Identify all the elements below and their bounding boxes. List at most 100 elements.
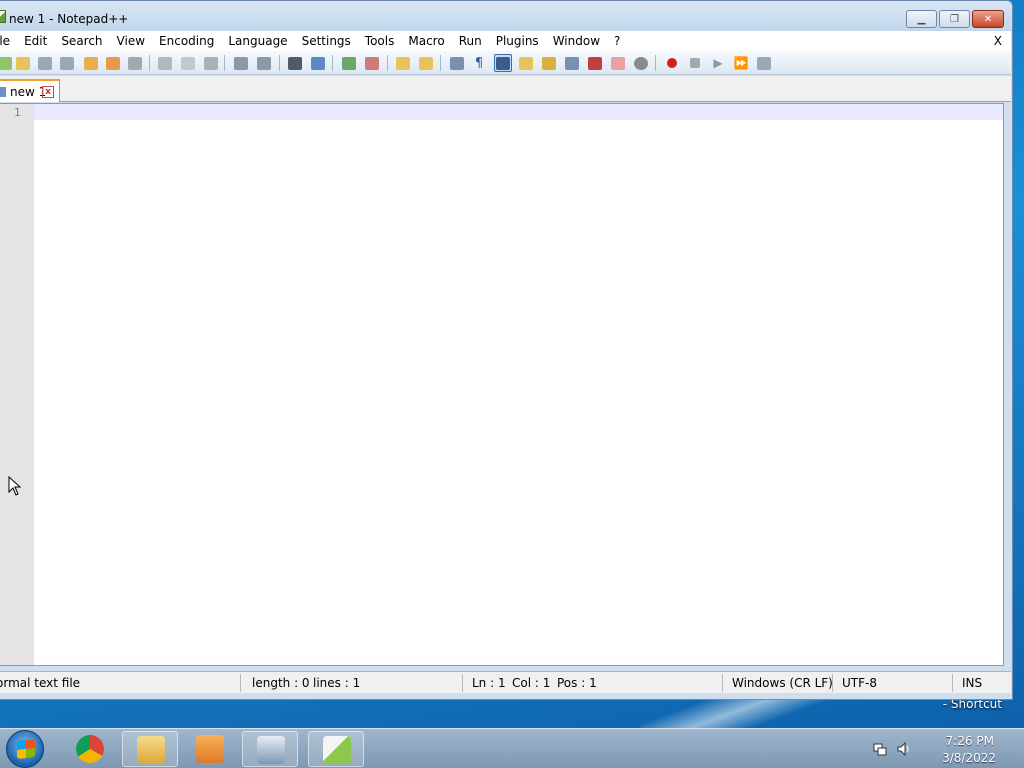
notepad-app-icon[interactable] — [0, 10, 6, 23]
window-title: new 1 - Notepad++ — [9, 12, 129, 26]
clock-time[interactable]: 7:26 PM — [946, 734, 994, 748]
word-wrap-icon — [450, 56, 464, 70]
encoding-label[interactable]: UTF-8 — [842, 676, 877, 690]
volume-icon[interactable] — [896, 741, 912, 757]
restore-icon: ❐ — [950, 13, 959, 25]
network-icon[interactable] — [872, 741, 888, 757]
macro-record-button[interactable] — [663, 54, 681, 72]
zoom-out-button[interactable] — [363, 54, 381, 72]
macro-stop-button[interactable] — [686, 54, 704, 72]
zoom-out-icon — [365, 56, 379, 70]
show-all-chars-button[interactable]: ¶ — [470, 54, 488, 72]
menu-edit[interactable]: Edit — [17, 31, 54, 51]
indent-guide-icon — [496, 56, 510, 70]
tab-close-icon[interactable]: x — [42, 86, 54, 98]
save-all-icon — [60, 56, 74, 70]
sync-horizontal-button[interactable] — [417, 54, 435, 72]
folder-workspace-button[interactable] — [609, 54, 627, 72]
close-window-button[interactable]: ✕ — [972, 10, 1004, 28]
line-number-gutter: 1 — [0, 104, 34, 665]
toolbar-separator — [332, 55, 333, 71]
menu-view[interactable]: View — [110, 31, 152, 51]
toolbar: ¶ ▶ ⏩ — [0, 51, 1011, 75]
chrome-icon — [76, 735, 104, 763]
maximize-button[interactable]: ❐ — [939, 10, 970, 28]
zoom-in-button[interactable] — [340, 54, 358, 72]
length-label: length : 0 — [252, 676, 310, 690]
toolbar-separator — [440, 55, 441, 71]
monitoring-icon — [634, 56, 648, 70]
title-bar[interactable]: new 1 - Notepad++ ▁ ❐ ✕ — [0, 1, 1012, 31]
macro-save-button[interactable] — [755, 54, 773, 72]
toolbar-separator — [279, 55, 280, 71]
save-button[interactable] — [36, 54, 54, 72]
status-divider — [832, 674, 833, 692]
new-file-icon — [0, 56, 12, 70]
menu-plugins[interactable]: Plugins — [489, 31, 546, 51]
redo-button[interactable] — [255, 54, 273, 72]
taskbar-app-window[interactable] — [242, 731, 298, 767]
clock-date[interactable]: 3/8/2022 — [942, 751, 996, 765]
text-editor[interactable]: 1 — [0, 103, 1004, 666]
menu-language[interactable]: Language — [221, 31, 294, 51]
macro-play-multiple-button[interactable]: ⏩ — [732, 54, 750, 72]
taskbar-media-player[interactable] — [182, 731, 238, 767]
doc-list-button[interactable] — [563, 54, 581, 72]
open-file-button[interactable] — [14, 54, 32, 72]
print-button[interactable] — [126, 54, 144, 72]
menu-bar: ile Edit Search View Encoding Language S… — [0, 31, 1011, 51]
close-document-button[interactable]: X — [994, 31, 1002, 51]
menu-search[interactable]: Search — [54, 31, 109, 51]
close-file-button[interactable] — [82, 54, 100, 72]
current-line-highlight — [34, 104, 1003, 120]
menu-help[interactable]: ? — [607, 31, 627, 51]
tab-new-1[interactable]: new 1 x — [0, 79, 60, 102]
minimize-button[interactable]: ▁ — [906, 10, 937, 28]
udl-button[interactable] — [517, 54, 535, 72]
doc-map-button[interactable] — [540, 54, 558, 72]
indent-guide-button[interactable] — [494, 54, 512, 72]
system-tray: 7:26 PM 3/8/2022 — [864, 729, 1024, 768]
replace-button[interactable] — [309, 54, 327, 72]
minimize-icon: ▁ — [917, 13, 926, 25]
file-type-label: ormal text file — [0, 676, 81, 690]
menu-macro[interactable]: Macro — [401, 31, 451, 51]
paste-button[interactable] — [202, 54, 220, 72]
macro-play-button[interactable]: ▶ — [709, 54, 727, 72]
menu-window[interactable]: Window — [546, 31, 607, 51]
sync-vertical-button[interactable] — [394, 54, 412, 72]
taskbar-chrome[interactable] — [62, 731, 118, 767]
folder-icon — [137, 736, 165, 764]
new-file-button[interactable] — [0, 54, 14, 72]
taskbar-file-explorer[interactable] — [122, 731, 178, 767]
menu-tools[interactable]: Tools — [358, 31, 402, 51]
function-list-button[interactable] — [586, 54, 604, 72]
undo-button[interactable] — [232, 54, 250, 72]
sync-vertical-icon — [396, 56, 410, 70]
taskbar: 7:26 PM 3/8/2022 — [0, 728, 1024, 768]
function-list-icon — [588, 56, 602, 70]
status-divider — [952, 674, 953, 692]
taskbar-notepad-plus-plus[interactable] — [308, 731, 364, 767]
eol-format-label[interactable]: Windows (CR LF) — [732, 676, 833, 690]
macro-save-icon — [757, 56, 771, 70]
close-all-button[interactable] — [104, 54, 122, 72]
scissors-icon — [158, 56, 172, 70]
copy-button[interactable] — [179, 54, 197, 72]
menu-settings[interactable]: Settings — [295, 31, 358, 51]
find-button[interactable] — [286, 54, 304, 72]
monitoring-button[interactable] — [632, 54, 650, 72]
copy-icon — [181, 56, 195, 70]
start-button[interactable] — [6, 730, 44, 768]
close-icon: ✕ — [983, 13, 993, 25]
paste-icon — [204, 56, 218, 70]
line-position-label: Ln : 1 — [472, 676, 506, 690]
cut-button[interactable] — [156, 54, 174, 72]
redo-icon — [257, 56, 271, 70]
char-position-label: Pos : 1 — [557, 676, 597, 690]
menu-encoding[interactable]: Encoding — [152, 31, 221, 51]
save-all-button[interactable] — [58, 54, 76, 72]
word-wrap-button[interactable] — [448, 54, 466, 72]
menu-run[interactable]: Run — [452, 31, 489, 51]
menu-file[interactable]: ile — [0, 31, 17, 51]
